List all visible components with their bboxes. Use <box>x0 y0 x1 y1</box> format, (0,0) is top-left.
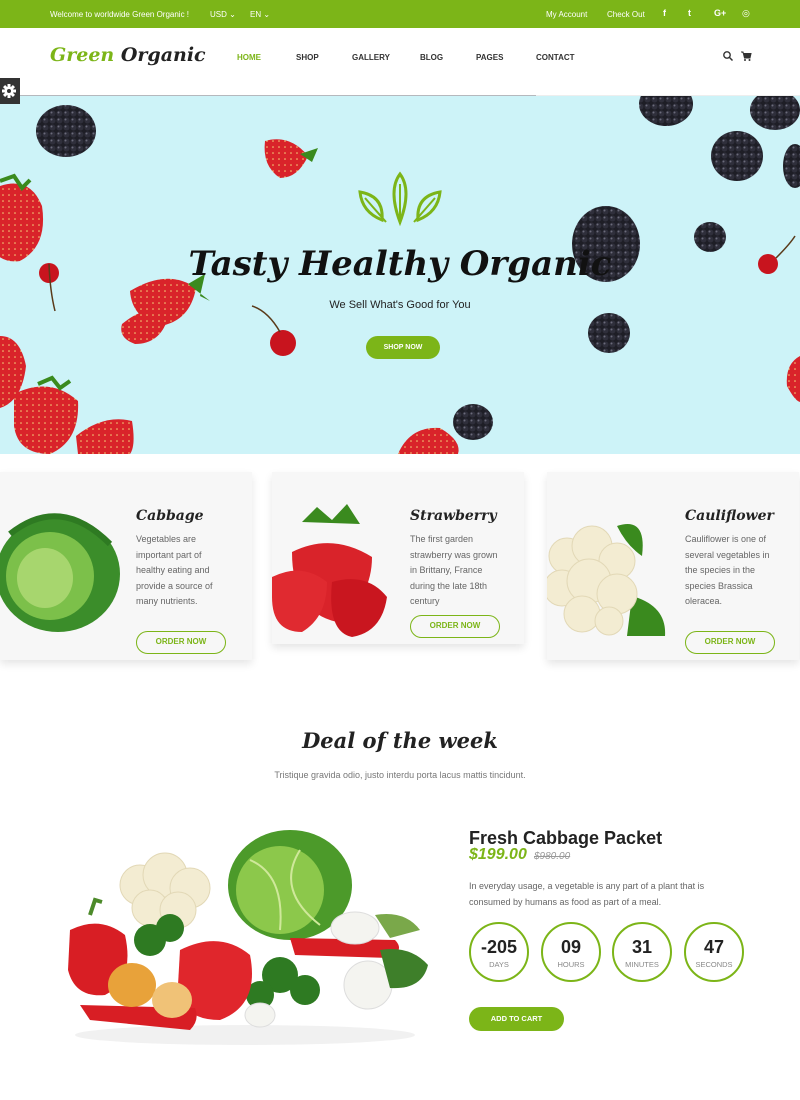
language-select[interactable]: EN ⌄ <box>250 10 270 19</box>
strawberry-illustration <box>264 139 308 178</box>
countdown-seconds: 47 SECONDS <box>684 922 744 982</box>
currency-select[interactable]: USD ⌄ <box>210 10 236 19</box>
hero-banner: Tasty Healthy Organic We Sell What's Goo… <box>0 96 800 454</box>
gear-icon <box>2 84 16 98</box>
google-plus-icon[interactable]: G+ <box>714 8 726 18</box>
hero-subtitle: We Sell What's Good for You <box>329 299 471 311</box>
order-now-button[interactable]: ORDER NOW <box>410 615 500 638</box>
countdown-label: DAYS <box>489 960 509 969</box>
nav-gallery[interactable]: GALLERY <box>352 53 390 62</box>
nav-shop[interactable]: SHOP <box>296 53 319 62</box>
cherry-illustration <box>270 330 296 356</box>
countdown-value: -205 <box>480 937 518 957</box>
countdown-value: 47 <box>703 937 725 957</box>
countdown-label: HOURS <box>557 960 585 969</box>
countdown-label: MINUTES <box>625 960 659 969</box>
product-card-cabbage: Cabbage Vegetables are important part of… <box>0 472 252 660</box>
card-title: Cabbage <box>136 508 204 524</box>
countdown-value: 09 <box>560 937 582 957</box>
blackberry-illustration <box>36 105 96 157</box>
search-icon[interactable] <box>722 50 734 62</box>
cabbage-image <box>0 513 120 632</box>
strawberry-illustration <box>398 427 459 454</box>
cart-icon[interactable] <box>740 50 752 62</box>
product-card-cauliflower: Cauliflower Cauliflower is one of severa… <box>547 472 799 660</box>
instagram-icon[interactable]: ◎ <box>742 8 750 19</box>
hero-title: Tasty Healthy Organic <box>188 244 612 284</box>
top-bar: Welcome to worldwide Green Organic ! USD… <box>0 0 800 28</box>
site-logo[interactable]: Green Organic <box>50 44 206 66</box>
deal-section-title: Deal of the week <box>302 728 498 753</box>
card-title: Cauliflower <box>685 508 774 524</box>
nav-pages[interactable]: PAGES <box>476 53 503 62</box>
logo-dark-text: Organic <box>120 44 206 66</box>
my-account-link[interactable]: My Account <box>546 10 587 19</box>
logo-green-text: Green <box>50 44 115 66</box>
deal-old-price: $980.00 <box>534 851 571 862</box>
nav-home[interactable]: HOME <box>237 53 261 62</box>
site-header: Green Organic HOME SHOP GALLERY BLOG PAG… <box>0 28 800 96</box>
card-description: The first garden strawberry was grown in… <box>410 534 498 606</box>
deal-price: $199.00 <box>469 846 527 863</box>
welcome-text: Welcome to worldwide Green Organic ! <box>50 10 190 19</box>
cauliflower-image <box>547 524 666 636</box>
nav-contact[interactable]: CONTACT <box>536 53 575 62</box>
countdown-days: -205 DAYS <box>469 922 529 982</box>
countdown-hours: 09 HOURS <box>541 922 601 982</box>
card-title: Strawberry <box>410 508 497 524</box>
facebook-icon[interactable]: f <box>663 8 666 18</box>
card-description: Cauliflower is one of several vegetables… <box>685 534 770 606</box>
add-to-cart-button[interactable]: ADD TO CART <box>469 1007 564 1031</box>
countdown-minutes: 31 MINUTES <box>612 922 672 982</box>
order-now-button[interactable]: ORDER NOW <box>685 631 775 654</box>
vegetables-image <box>68 830 428 1045</box>
settings-toggle[interactable] <box>0 78 20 104</box>
strawberry-image <box>272 504 387 637</box>
deal-description: In everyday usage, a vegetable is any pa… <box>469 881 705 907</box>
leaves-icon <box>358 171 442 227</box>
twitter-icon[interactable]: t <box>688 8 691 18</box>
countdown-label: SECONDS <box>695 960 733 969</box>
countdown-value: 31 <box>631 937 653 957</box>
card-description: Vegetables are important part of healthy… <box>136 534 213 606</box>
product-card-strawberry: Strawberry The first garden strawberry w… <box>272 472 524 644</box>
check-out-link[interactable]: Check Out <box>607 10 645 19</box>
nav-blog[interactable]: BLOG <box>420 53 443 62</box>
shop-now-button[interactable]: SHOP NOW <box>366 336 440 359</box>
order-now-button[interactable]: ORDER NOW <box>136 631 226 654</box>
deal-section-subtitle: Tristique gravida odio, justo interdu po… <box>274 770 526 780</box>
